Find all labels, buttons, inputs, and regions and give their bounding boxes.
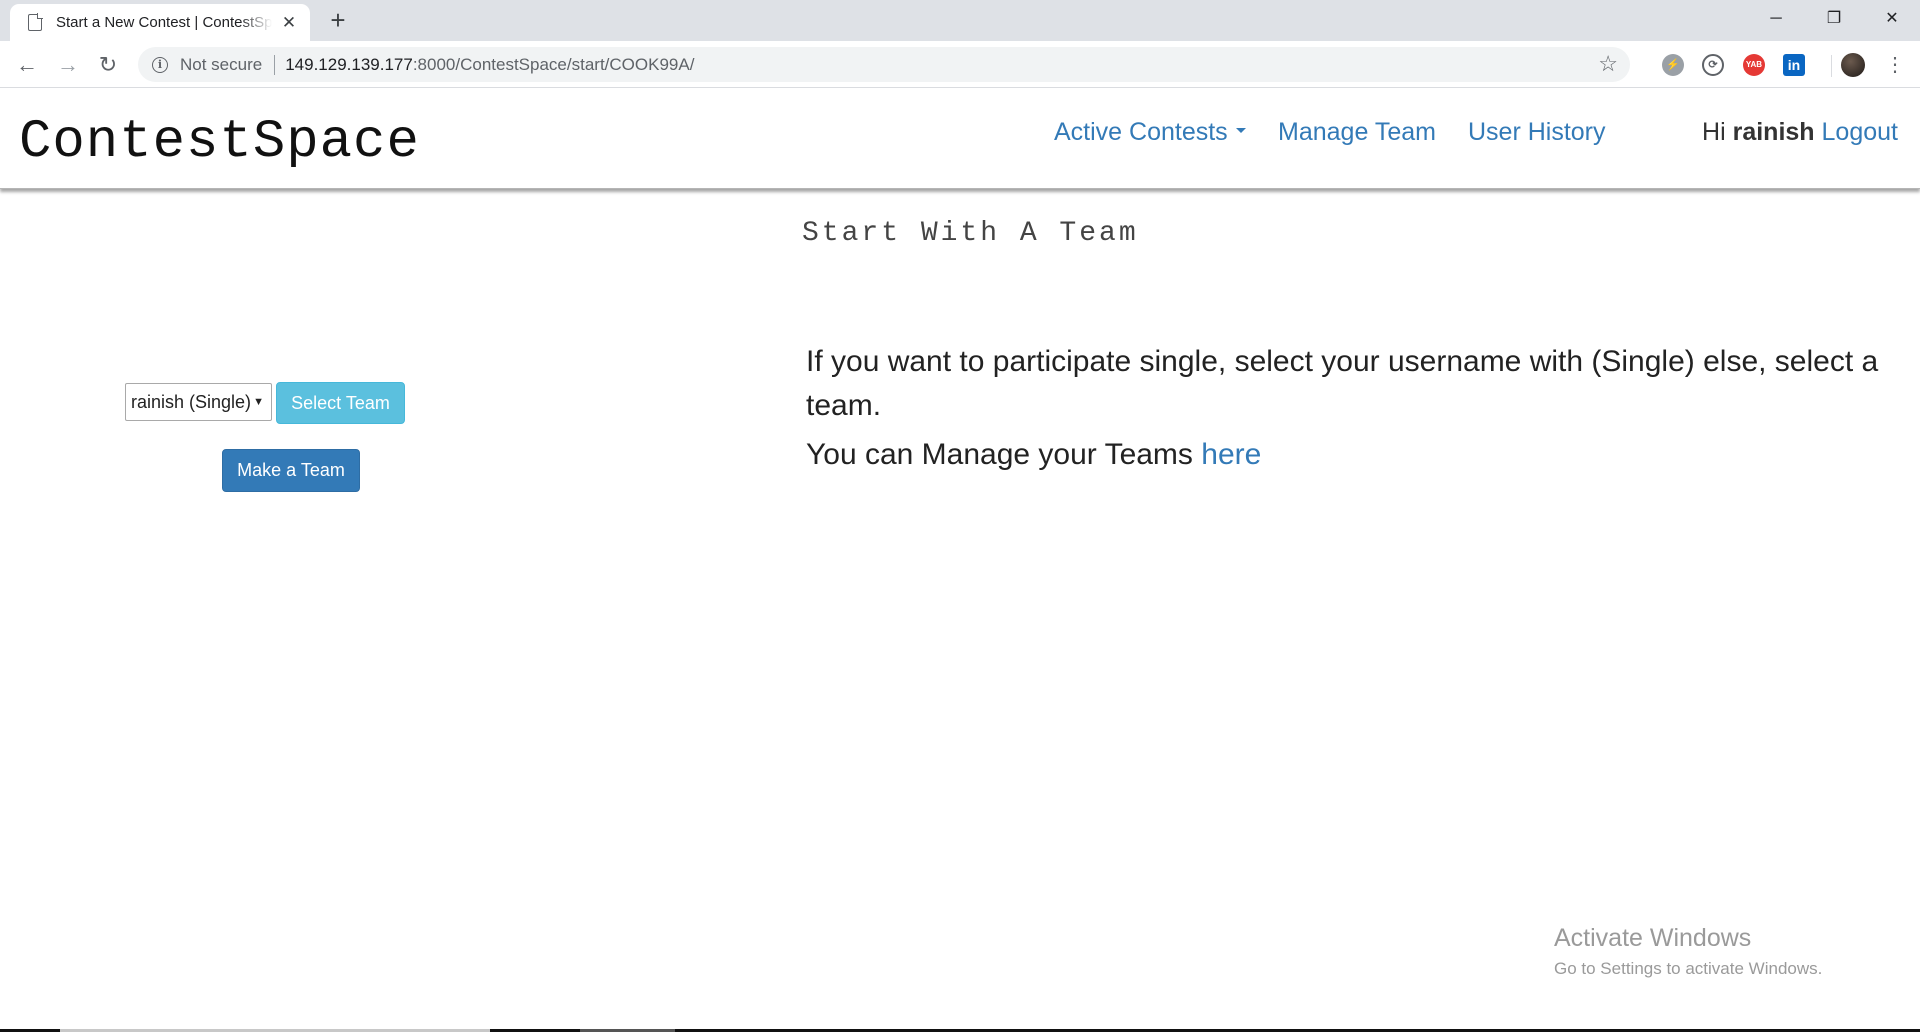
nav-manage-team[interactable]: Manage Team	[1278, 118, 1436, 147]
username: rainish	[1732, 118, 1815, 146]
watermark-subtitle: Go to Settings to activate Windows.	[1554, 959, 1823, 978]
browser-tab[interactable]: Start a New Contest | ContestSpace ✕	[10, 4, 310, 41]
nav-active-contests-label: Active Contests	[1054, 118, 1228, 146]
reload-button[interactable]: ↻	[93, 50, 123, 80]
instructions-line-2-text: You can Manage your Teams	[806, 438, 1202, 471]
site-logo[interactable]: ContestSpace	[19, 112, 420, 173]
user-greeting: Hi rainish Logout	[1702, 118, 1898, 147]
address-bar[interactable]: i Not secure 149.129.139.177 :8000/Conte…	[138, 47, 1630, 82]
omnibox-divider	[274, 54, 276, 75]
url-host[interactable]: 149.129.139.177	[285, 55, 413, 75]
info-icon[interactable]: i	[152, 56, 168, 73]
manage-teams-link[interactable]: here	[1201, 438, 1261, 471]
watermark-title: Activate Windows	[1554, 924, 1752, 952]
profile-avatar[interactable]	[1841, 53, 1865, 77]
site-header: ContestSpace Active Contests Manage Team…	[0, 88, 1920, 189]
new-tab-button[interactable]: +	[324, 6, 352, 34]
chevron-down-icon	[1235, 127, 1246, 133]
nav-user-history[interactable]: User History	[1468, 118, 1606, 147]
yab-extension-icon[interactable]: YAB	[1743, 54, 1765, 76]
back-button[interactable]: ←	[12, 50, 42, 80]
instructions-line-1: If you want to participate single, selec…	[806, 345, 1879, 422]
team-select[interactable]: rainish (Single) ▼	[125, 383, 272, 421]
tab-close-icon[interactable]: ✕	[280, 13, 298, 33]
close-window-button[interactable]: ✕	[1864, 0, 1920, 38]
greeting-prefix: Hi	[1702, 118, 1733, 146]
linkedin-extension-icon[interactable]: in	[1783, 54, 1805, 76]
minimize-button[interactable]: ─	[1748, 0, 1804, 38]
security-indicator[interactable]: Not secure	[180, 55, 262, 75]
nav-active-contests[interactable]: Active Contests	[1054, 118, 1246, 147]
forward-button[interactable]: →	[53, 50, 83, 80]
team-select-value: rainish (Single)	[131, 391, 252, 412]
select-team-button[interactable]: Select Team	[276, 382, 405, 424]
instructions-line-2: You can Manage your Teams here	[806, 433, 1906, 477]
browser-tab-strip: Start a New Contest | ContestSpace ✕ + ─…	[0, 0, 1920, 41]
page-title: Start With A Team	[802, 218, 1139, 249]
lightning-extension-icon[interactable]: ⚡	[1662, 54, 1684, 76]
logout-link[interactable]: Logout	[1822, 118, 1898, 146]
tab-title: Start a New Contest | ContestSpace	[56, 14, 272, 31]
maximize-button[interactable]: ❐	[1806, 0, 1862, 38]
browser-toolbar: ← → ↻ i Not secure 149.129.139.177 :8000…	[0, 41, 1920, 88]
menu-kebab-icon[interactable]: ⋮	[1880, 50, 1910, 80]
page-icon	[28, 13, 43, 31]
instructions: If you want to participate single, selec…	[806, 340, 1906, 482]
windows-activation-watermark: Activate Windows Go to Settings to activ…	[1554, 924, 1822, 979]
sync-extension-icon[interactable]: ⟳	[1702, 54, 1724, 76]
bookmark-star-icon[interactable]: ☆	[1598, 51, 1618, 77]
url-path[interactable]: :8000/ContestSpace/start/COOK99A/	[413, 55, 695, 75]
toolbar-divider	[1831, 55, 1832, 77]
make-team-button[interactable]: Make a Team	[222, 449, 360, 492]
dropdown-arrow-icon: ▼	[253, 396, 264, 408]
